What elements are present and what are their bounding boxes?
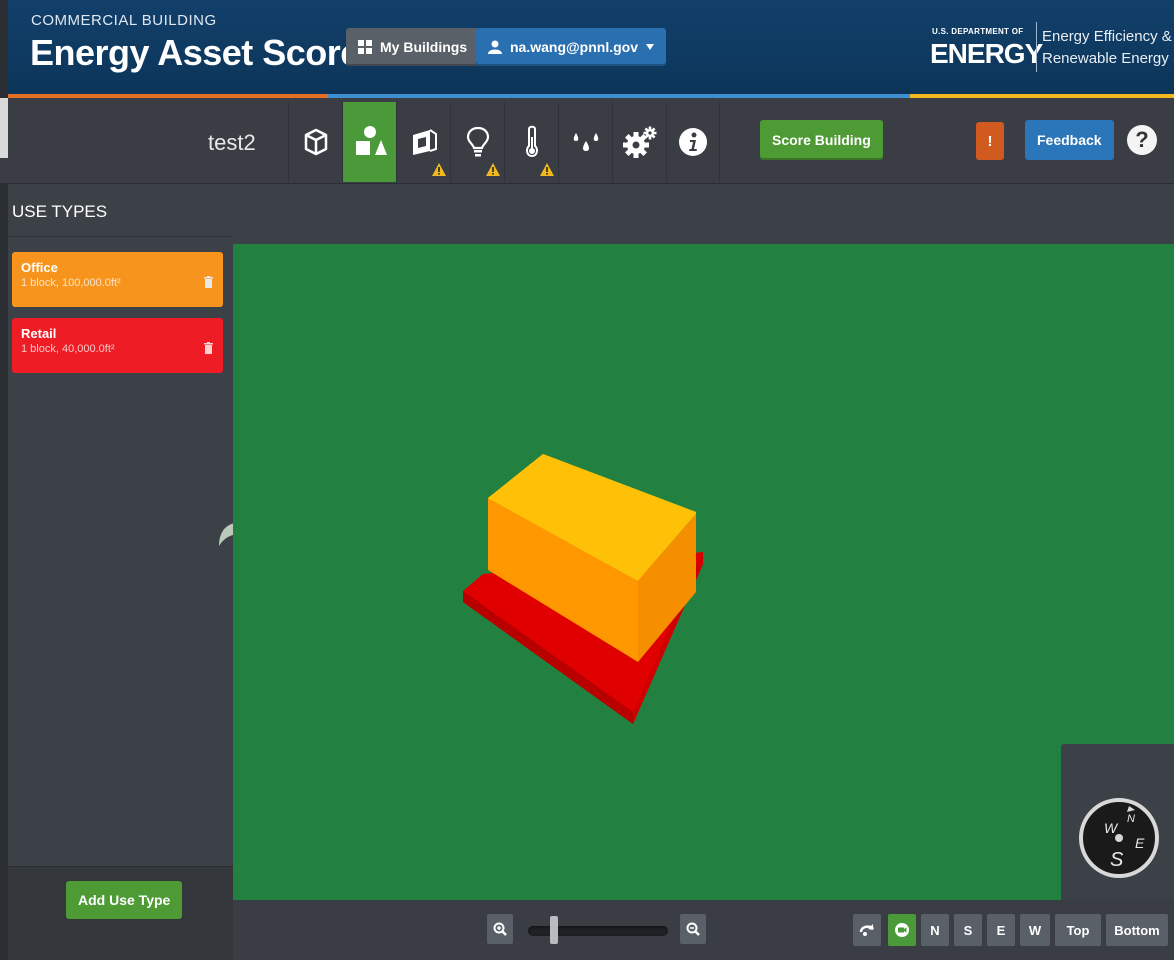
account-label: na.wang@pnnl.gov (510, 39, 638, 55)
alert-button[interactable]: ! (976, 122, 1004, 160)
caret-down-icon (645, 44, 654, 50)
score-building-button[interactable]: Score Building (760, 120, 883, 160)
view-south-button[interactable]: S (954, 914, 982, 946)
use-types-sidebar: USE TYPES Office 1 block, 100,000.0ft² R… (8, 184, 233, 960)
compass-panel: N W E S (1061, 744, 1174, 900)
account-menu-button[interactable]: na.wang@pnnl.gov (476, 28, 666, 66)
use-type-info: 1 block, 40,000.0ft² (21, 343, 115, 355)
use-type-name: Retail (21, 326, 57, 341)
rotate-icon (859, 924, 875, 936)
tab-systems[interactable] (612, 102, 666, 182)
add-use-type-bar: Add Use Type (8, 866, 233, 960)
add-use-type-button[interactable]: Add Use Type (66, 881, 183, 919)
info-icon (679, 128, 707, 156)
building-name: test2 (208, 130, 256, 155)
3d-viewer[interactable] (233, 244, 1174, 900)
compass-e-label: E (1135, 835, 1145, 851)
use-type-info: 1 block, 100,000.0ft² (21, 277, 121, 289)
tab-lighting[interactable] (450, 102, 504, 182)
building-3d-model[interactable] (453, 444, 713, 744)
zoom-slider-thumb[interactable] (550, 916, 558, 944)
use-type-retail[interactable]: Retail 1 block, 40,000.0ft² (12, 318, 223, 373)
header-divider (1036, 22, 1037, 72)
zoom-in-button[interactable] (487, 914, 513, 944)
view-top-button[interactable]: Top (1055, 914, 1101, 946)
zoom-in-icon (493, 922, 507, 936)
compass-n-label: N (1127, 813, 1135, 825)
compass-s-label: S (1110, 849, 1124, 871)
shapes-icon (355, 126, 387, 155)
tab-envelope[interactable] (396, 102, 450, 182)
use-type-office[interactable]: Office 1 block, 100,000.0ft² (12, 252, 223, 307)
water-drops-icon (573, 133, 598, 151)
tab-info[interactable] (666, 102, 720, 182)
window-icon (412, 129, 437, 155)
tab-geometry[interactable] (288, 102, 342, 182)
brand-subtitle: COMMERCIAL BUILDING (31, 12, 217, 29)
compass-icon[interactable]: N W E S (1077, 796, 1161, 880)
view-bottom-button[interactable]: Bottom (1106, 914, 1168, 946)
view-west-button[interactable]: W (1020, 914, 1050, 946)
warning-icon (432, 163, 446, 176)
user-icon (488, 40, 502, 54)
thermometer-icon (525, 125, 538, 158)
view-north-button[interactable]: N (921, 914, 949, 946)
doe-logo-text: ENERGY (930, 38, 1043, 69)
warning-icon (486, 163, 500, 176)
trash-icon[interactable] (204, 276, 213, 288)
viewer-top-bar (233, 184, 1174, 244)
asset-score-app: COMMERCIAL BUILDING Energy Asset Score M… (0, 0, 1174, 960)
tab-hvac[interactable] (504, 102, 558, 182)
view-east-button[interactable]: E (987, 914, 1015, 946)
grid-icon (358, 40, 372, 54)
compass-w-label: W (1104, 820, 1119, 836)
camera-view-button[interactable] (888, 914, 916, 946)
brand-title[interactable]: Energy Asset Score (30, 32, 360, 74)
viewer-controls-bar: N S E W Top Bottom (233, 900, 1174, 960)
eere-line2: Renewable Energy (1042, 50, 1169, 67)
toolbar-edge (0, 98, 8, 158)
help-button[interactable]: ? (1127, 125, 1157, 155)
lightbulb-icon (466, 126, 489, 157)
camera-icon (895, 923, 909, 937)
warning-icon (540, 163, 554, 176)
my-buildings-label: My Buildings (380, 39, 468, 55)
app-header: COMMERCIAL BUILDING Energy Asset Score M… (8, 0, 1174, 98)
zoom-out-button[interactable] (680, 914, 706, 944)
tab-water[interactable] (558, 102, 612, 182)
building-toolbar: test2 Score Building ! Feedback ? (0, 98, 1174, 184)
eere-line1: Energy Efficiency & (1042, 28, 1172, 45)
use-type-name: Office (21, 260, 58, 275)
sidebar-divider (8, 236, 233, 237)
zoom-out-icon (686, 922, 700, 936)
sidebar-title: USE TYPES (12, 202, 108, 221)
my-buildings-button[interactable]: My Buildings (346, 28, 480, 66)
gears-icon (622, 126, 656, 158)
tab-use-types[interactable] (342, 102, 396, 182)
trash-icon[interactable] (204, 342, 213, 354)
zoom-slider-track[interactable] (528, 926, 668, 936)
box-icon (304, 128, 327, 156)
doe-small-text: U.S. DEPARTMENT OF (932, 27, 1024, 36)
feedback-button[interactable]: Feedback (1025, 120, 1114, 160)
rotate-view-button[interactable] (853, 914, 881, 946)
